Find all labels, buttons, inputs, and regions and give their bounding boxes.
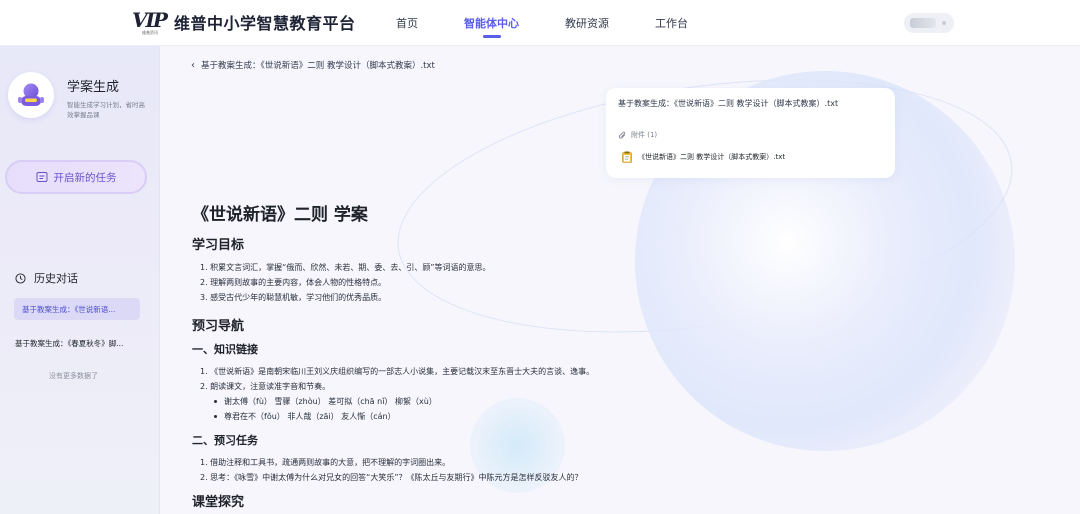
new-task-button[interactable]: 开启新的任务	[5, 160, 147, 194]
goals-list: 1. 积累文言词汇，掌握“俄而、欣然、未若、期、委、去、引、顾”等词语的意思。 …	[192, 260, 832, 305]
list-item: 2. 思考：《咏雪》中谢太傅为什么对兄女的回答“大笑乐”？《陈太丘与友期行》中陈…	[200, 473, 583, 482]
section-heading-preview: 预习导航	[192, 319, 245, 334]
logo-mark-text: VIP	[132, 8, 168, 32]
list-item: 3. 感受古代少年的聪慧机敏，学习他们的优秀品质。	[200, 293, 387, 302]
chevron-left-icon: ‹	[191, 59, 195, 71]
sidebar: 学案生成 智能生成学习计划，省时高效掌握品课 开启新的任务 历史对话 基于教案生…	[0, 46, 160, 514]
new-task-label: 开启新的任务	[53, 171, 117, 184]
list-item: 1. 《世说新语》是南朝宋临川王刘义庆组织编写的一部志人小说集，主要记载汉末至东…	[200, 367, 595, 376]
attachment-message: 基于教案生成：《世说新语》二则 教学设计（脚本式教案）.txt	[618, 99, 839, 108]
list-item: 1. 积累文言词汇，掌握“俄而、欣然、未若、期、委、去、引、顾”等词语的意思。	[200, 263, 491, 272]
main-nav: 首页 智能体中心 教研资源 工作台	[396, 0, 734, 46]
lesson-plan-document: 《世说新语》二则 学案 学习目标 1. 积累文言词汇，掌握“俄而、欣然、未若、期…	[192, 200, 832, 514]
agent-avatar	[8, 72, 54, 118]
list-item: 1. 借助注释和工具书，疏通两则故事的大意，把不理解的字词圈出来。	[200, 458, 451, 467]
document-title: 《世说新语》二则 学案	[192, 205, 368, 225]
paperclip-icon	[618, 131, 626, 138]
section-heading-explore: 课堂探究	[192, 495, 245, 510]
section-heading-goals: 学习目标	[192, 238, 245, 253]
agent-name: 学案生成	[67, 80, 120, 95]
main-content[interactable]: ‹ 基于教案生成：《世说新语》二则 教学设计（脚本式教案）.txt 基于教案生成…	[160, 46, 1080, 514]
user-profile-chip[interactable]	[904, 13, 954, 33]
history-item[interactable]: 基于教案生成：《世说新语...	[14, 298, 140, 320]
history-label: 历史对话	[34, 272, 78, 285]
list-item: 谢太傅（fù） 雪骤（zhòu） 差可拟（chā nǐ） 柳絮（xù） 尊君在不…	[200, 394, 832, 424]
logo-sub-text: 维普资讯	[142, 30, 158, 35]
breadcrumb[interactable]: ‹ 基于教案生成：《世说新语》二则 教学设计（脚本式教案）.txt	[191, 59, 435, 72]
list-item: 2. 朗读课文，注意读准字音和节奏。	[200, 382, 331, 391]
brand-logo[interactable]: VIP 维普资讯 维普中小学智慧教育平台	[132, 8, 356, 35]
nav-item-agent-center[interactable]: 智能体中心	[464, 0, 519, 46]
nav-item-home[interactable]: 首页	[396, 0, 418, 46]
platform-title: 维普中小学智慧教育平台	[174, 14, 356, 33]
no-more-data-text: 没有更多数据了	[49, 372, 98, 380]
agent-card: 学案生成 智能生成学习计划，省时高效掌握品课	[8, 72, 149, 120]
subheading-knowledge: 一、知识链接	[192, 343, 258, 356]
nav-item-workbench[interactable]: 工作台	[655, 0, 688, 46]
agent-description: 智能生成学习计划，省时高效掌握品课	[67, 101, 145, 119]
list-item: 谢太傅（fù） 雪骤（zhòu） 差可拟（chā nǐ） 柳絮（xù）	[214, 394, 832, 409]
history-item[interactable]: 基于教案生成：《春夏秋冬》脚...	[15, 338, 123, 349]
tasks-list: 1. 借助注释和工具书，疏通两则故事的大意，把不理解的字词圈出来。 2. 思考：…	[192, 455, 832, 485]
nav-item-research-resources[interactable]: 教研资源	[565, 0, 609, 46]
clipboard-file-icon	[622, 151, 632, 163]
list-item: 2. 理解两则故事的主要内容，体会人物的性格特点。	[200, 278, 387, 287]
top-navigation-bar: VIP 维普资讯 维普中小学智慧教育平台 首页 智能体中心 教研资源 工作台	[0, 0, 1080, 46]
attachment-count: 附件 (1)	[618, 130, 657, 140]
attachment-card: 基于教案生成：《世说新语》二则 教学设计（脚本式教案）.txt 附件 (1) 《…	[606, 88, 895, 178]
calendar-icon	[36, 172, 47, 182]
avatar	[910, 18, 936, 28]
robot-icon	[18, 83, 44, 106]
dropdown-indicator-icon	[942, 21, 946, 25]
clock-icon	[15, 272, 26, 284]
breadcrumb-text: 基于教案生成：《世说新语》二则 教学设计（脚本式教案）.txt	[201, 61, 435, 71]
attachment-file-name: 《世说新语》二则 教学设计（脚本式教案）.txt	[638, 153, 786, 161]
pronunciation-list: 谢太傅（fù） 雪骤（zhòu） 差可拟（chā nǐ） 柳絮（xù） 尊君在不…	[200, 394, 832, 424]
attachment-file[interactable]: 《世说新语》二则 教学设计（脚本式教案）.txt	[622, 151, 785, 163]
knowledge-list: 1. 《世说新语》是南朝宋临川王刘义庆组织编写的一部志人小说集，主要记载汉末至东…	[192, 364, 832, 424]
subheading-tasks: 二、预习任务	[192, 434, 258, 447]
attachment-label: 附件 (1)	[631, 131, 658, 139]
history-header: 历史对话	[15, 270, 78, 286]
list-item: 尊君在不（fǒu） 非人哉（zāi） 友人惭（cán）	[214, 409, 832, 424]
vip-logo-mark: VIP 维普资讯	[132, 8, 170, 35]
